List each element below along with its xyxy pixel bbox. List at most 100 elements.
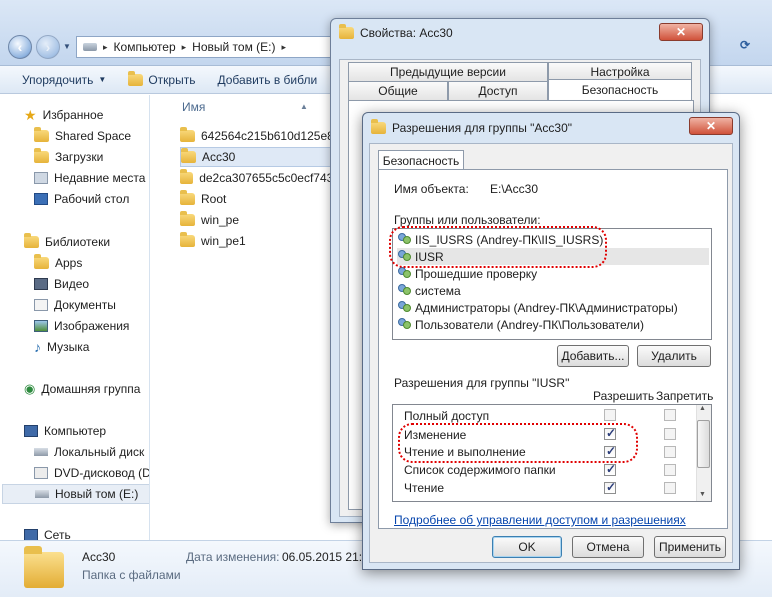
network-icon: [24, 529, 38, 540]
nav-music[interactable]: ♪ Музыка: [34, 337, 89, 357]
scroll-up-icon[interactable]: ▲: [699, 405, 706, 412]
file-name: win_pe: [201, 213, 240, 227]
file-row-selected[interactable]: Acc30: [180, 147, 340, 167]
deny-checkbox[interactable]: [664, 428, 676, 440]
user-name: Администраторы (Andrey-ПК\Администраторы…: [415, 300, 678, 315]
add-button[interactable]: Добавить...: [557, 345, 629, 367]
user-name: Прошедшие проверку: [415, 266, 538, 281]
scrollbar-thumb[interactable]: [697, 420, 710, 468]
remove-button[interactable]: Удалить: [637, 345, 711, 367]
file-row[interactable]: Root: [180, 189, 340, 209]
nav-video[interactable]: Видео: [34, 274, 89, 294]
deny-checkbox[interactable]: [664, 446, 676, 458]
nav-favorites[interactable]: ★ Избранное: [24, 105, 103, 125]
sort-chevron-icon[interactable]: ▲: [300, 102, 308, 111]
folder-icon: [180, 190, 195, 205]
nav-shared-space[interactable]: Shared Space: [34, 126, 131, 146]
list-item[interactable]: Администраторы (Andrey-ПК\Администраторы…: [397, 299, 709, 316]
ok-button[interactable]: OK: [492, 536, 562, 558]
column-header-name[interactable]: Имя: [182, 100, 205, 114]
nav-local-disk[interactable]: Локальный диск: [34, 442, 144, 462]
object-name-label: Имя объекта:: [394, 182, 469, 196]
close-button[interactable]: ✕: [659, 23, 703, 41]
deny-checkbox[interactable]: [664, 464, 676, 476]
tab-general[interactable]: Общие: [348, 81, 448, 100]
breadcrumb-volume[interactable]: Новый том (E:): [192, 40, 275, 54]
file-row[interactable]: de2ca307655c5c0ecf7430: [180, 168, 340, 188]
back-button[interactable]: ‹: [8, 35, 32, 59]
folder-icon: [180, 169, 194, 184]
users-group-icon: [397, 318, 411, 331]
nav-desktop[interactable]: Рабочий стол: [34, 189, 129, 209]
nav-documents[interactable]: Документы: [34, 295, 116, 315]
permissions-titlebar: Разрешения для группы "Acc30": [371, 119, 572, 135]
documents-icon: [34, 299, 48, 311]
allow-checkbox[interactable]: [604, 462, 616, 476]
nav-new-volume[interactable]: Новый том (E:): [2, 484, 149, 504]
nav-favorites-label: Избранное: [42, 108, 104, 122]
folder-icon: [371, 119, 386, 134]
folder-icon: [180, 232, 195, 247]
list-item[interactable]: система: [397, 282, 709, 299]
tab-access[interactable]: Доступ: [448, 81, 548, 100]
file-row[interactable]: 642564c215b610d125e8c: [180, 126, 340, 146]
close-button[interactable]: ✕: [689, 117, 733, 135]
nav-network[interactable]: Сеть: [24, 525, 71, 540]
file-name: de2ca307655c5c0ecf7430: [199, 171, 340, 185]
nav-downloads[interactable]: Загрузки: [34, 147, 103, 167]
refresh-icon[interactable]: ⟳: [740, 38, 750, 52]
nav-computer[interactable]: Компьютер: [24, 421, 106, 441]
video-icon: [34, 278, 48, 290]
folder-icon: [180, 211, 195, 226]
computer-icon: [24, 425, 38, 437]
deny-checkbox[interactable]: [664, 409, 676, 421]
deny-checkbox[interactable]: [664, 482, 676, 494]
properties-titlebar: Свойства: Acc30: [339, 24, 453, 40]
nav-images[interactable]: Изображения: [34, 316, 129, 336]
users-group-icon: [397, 284, 411, 297]
folder-icon: [181, 148, 196, 163]
nav-images-label: Изображения: [54, 319, 130, 333]
scroll-down-icon[interactable]: ▼: [699, 491, 706, 498]
nav-music-label: Музыка: [47, 340, 90, 354]
user-name: Пользователи (Andrey-ПК\Пользователи): [415, 317, 644, 332]
permissions-for-label: Разрешения для группы "IUSR": [394, 376, 570, 390]
dropdown-arrow-icon: ▼: [98, 75, 107, 84]
tab-security[interactable]: Безопасность: [378, 150, 464, 170]
nav-homegroup[interactable]: ◉ Домашняя группа: [24, 379, 140, 399]
allow-column-header: Разрешить: [593, 389, 655, 403]
tab-previous-versions[interactable]: Предыдущие версии: [348, 62, 548, 81]
large-folder-icon: [24, 546, 64, 590]
allow-checkbox[interactable]: [604, 480, 616, 494]
cancel-button[interactable]: Отмена: [572, 536, 644, 558]
nav-dvd[interactable]: DVD-дисковод (D: [34, 463, 149, 483]
nav-new-volume-label: Новый том (E:): [55, 487, 139, 501]
open-button[interactable]: Открыть: [128, 70, 195, 87]
allow-checkbox[interactable]: [604, 409, 616, 421]
organize-label: Упорядочить: [22, 72, 94, 87]
add-to-library-button[interactable]: Добавить в библи: [217, 73, 317, 87]
nav-recent[interactable]: Недавние места: [34, 168, 145, 188]
access-help-link[interactable]: Подробнее об управлении доступом и разре…: [394, 513, 686, 527]
tab-security[interactable]: Безопасность: [548, 79, 692, 100]
file-name: win_pe1: [201, 234, 246, 248]
forward-button[interactable]: ›: [36, 35, 60, 59]
nav-libraries[interactable]: Библиотеки: [24, 232, 110, 252]
nav-apps[interactable]: Apps: [34, 253, 82, 273]
list-item[interactable]: Пользователи (Andrey-ПК\Пользователи): [397, 316, 709, 333]
apply-button[interactable]: Применить: [654, 536, 726, 558]
file-name: Acc30: [202, 150, 236, 164]
nav-local-disk-label: Локальный диск: [54, 445, 145, 459]
annotation-oval: [398, 423, 638, 463]
folder-icon: [34, 127, 49, 142]
organize-button[interactable]: Упорядочить ▼: [22, 73, 106, 87]
nav-recent-label: Недавние места: [54, 171, 146, 185]
folder-icon: [339, 24, 354, 39]
recent-pages-chevron-icon[interactable]: ▼: [63, 42, 71, 51]
file-row[interactable]: win_pe: [180, 210, 340, 230]
breadcrumb-computer[interactable]: Компьютер: [114, 40, 176, 54]
address-bar[interactable]: ▸ Компьютер ▸ Новый том (E:) ▸: [76, 36, 332, 58]
file-row[interactable]: win_pe1: [180, 231, 340, 251]
users-group-icon: [397, 301, 411, 314]
nav-homegroup-label: Домашняя группа: [41, 382, 141, 396]
